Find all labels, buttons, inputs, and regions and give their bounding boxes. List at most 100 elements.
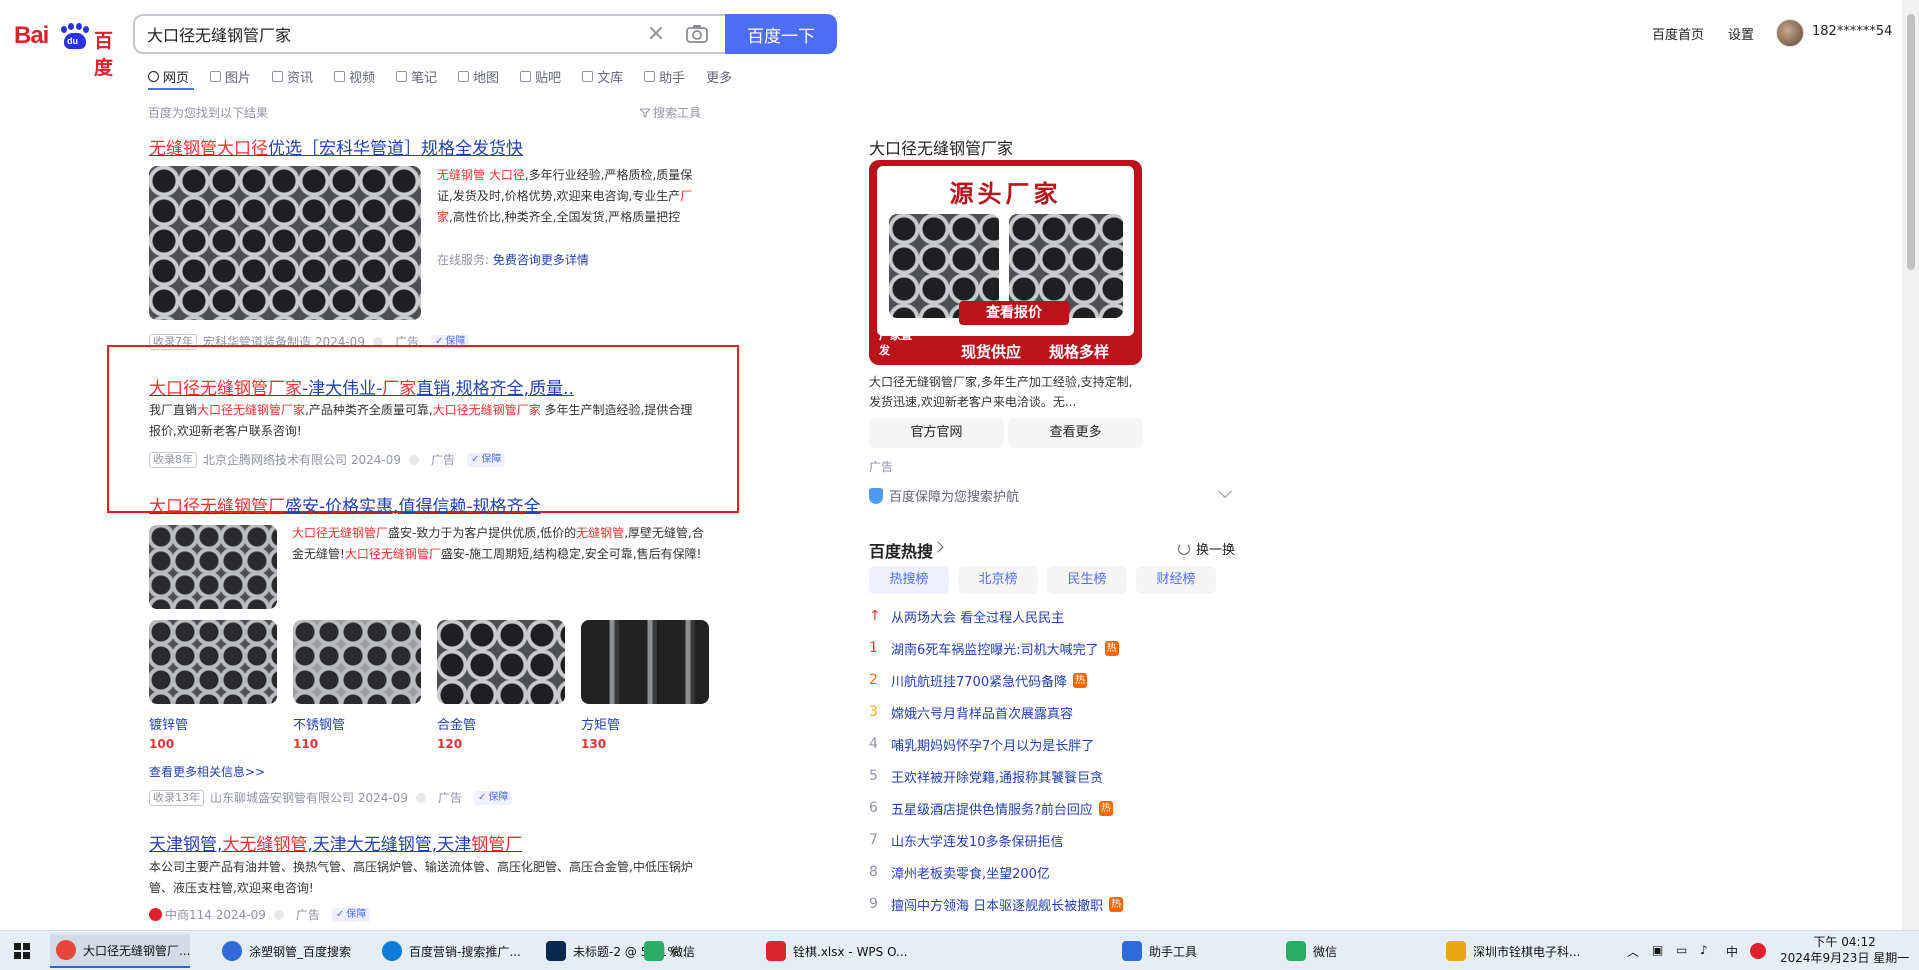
app-icon [382, 941, 402, 961]
more-info-link[interactable]: 查看更多相关信息>> [149, 763, 265, 780]
search-tools-label: 搜索工具 [653, 106, 702, 120]
ime-indicator[interactable]: 中 [1726, 943, 1738, 960]
thumb-square-image[interactable] [581, 620, 709, 704]
result-2-title[interactable]: 大口径无缝钢管厂家-津大伟业-厂家直销,规格齐全,质量.. [149, 374, 574, 399]
search-input[interactable] [147, 23, 617, 45]
protect-banner[interactable]: 百度保障为您搜索护航 [869, 486, 1019, 505]
tab-label: 图片 [225, 70, 252, 86]
tab-label: 贴吧 [535, 70, 562, 86]
windows-start-icon[interactable] [14, 943, 30, 959]
banner-feature: 现货供应 [961, 343, 1022, 361]
tab-map[interactable]: 地图 [458, 66, 499, 86]
sogou-icon[interactable] [1750, 943, 1766, 959]
hot-search-item[interactable]: 7 山东大学连发10多条保研拒信 [869, 829, 1064, 851]
close-icon[interactable]: × [643, 21, 669, 47]
taskbar-app[interactable]: 大口径无缝钢管厂... [50, 934, 191, 968]
assistant-icon [644, 70, 656, 82]
result-4-title[interactable]: 天津钢管,大无缝钢管,天津大无缝钢管,天津钢管厂 [149, 830, 522, 855]
search-button[interactable]: 百度一下 [725, 14, 837, 54]
thumb-galvanized-image[interactable] [149, 620, 277, 704]
tab-label: 视频 [349, 70, 376, 86]
thumb-stainless-image[interactable] [293, 620, 421, 704]
hot-text: 川航航班挂7700紧急代码备降 [891, 674, 1068, 690]
hot-search-item[interactable]: 4 哺乳期妈妈怀孕7个月以为是长胖了 [869, 733, 1094, 755]
logo-bai: Bai [14, 22, 49, 49]
taskbar-app[interactable]: 百度营销-搜索推广... [376, 934, 521, 968]
taskbar-app[interactable]: 微信 [1280, 934, 1337, 968]
taskbar-app[interactable]: 铨棋.xlsx - WPS O... [760, 934, 908, 968]
thumb-label[interactable]: 不锈钢管 [293, 714, 345, 733]
clock[interactable]: 下午 04:12 2024年9月23日 星期一 [1780, 934, 1909, 966]
tab-tieba[interactable]: 贴吧 [520, 66, 561, 86]
result-1-title[interactable]: 无缝钢管大口径优选［宏科华管道］规格全发货快 [149, 134, 523, 159]
hot-search-item[interactable]: 3 嫦娥六号月背样品首次展露真容 [869, 701, 1073, 723]
see-more-button[interactable]: 查看更多 [1008, 418, 1143, 448]
hot-search-item[interactable]: 8 漳州老板卖零食,坐望200亿 [869, 861, 1050, 883]
news-icon [272, 70, 284, 82]
result-1-image[interactable] [149, 166, 421, 320]
network-icon[interactable]: ▭ [1676, 943, 1687, 957]
hot-rank: ↑ [869, 608, 881, 624]
side-ad-title[interactable]: 大口径无缝钢管厂家 [869, 135, 1013, 159]
tab-wenku[interactable]: 文库 [582, 66, 623, 86]
result-3-image[interactable] [149, 525, 277, 609]
hot-tab-livelihood[interactable]: 民生榜 [1047, 566, 1127, 594]
tab-notes[interactable]: 笔记 [396, 66, 437, 86]
scrollbar[interactable] [1902, 0, 1919, 930]
thumb-label[interactable]: 镀锌管 [149, 714, 188, 733]
app-icon [644, 941, 664, 961]
hot-search-item[interactable]: 9 擅闯中方领海 日本驱逐舰舰长被撤职热 [869, 893, 1124, 915]
home-link[interactable]: 百度首页 [1652, 24, 1704, 43]
image-icon [210, 70, 222, 82]
taskbar-app[interactable]: 涂塑钢管_百度搜索 [216, 934, 351, 968]
hot-tab-hot[interactable]: 热搜榜 [869, 566, 949, 594]
taskbar-app[interactable]: 助手工具 [1116, 934, 1197, 968]
thumb-label[interactable]: 方矩管 [581, 714, 620, 733]
thumb-alloy-image[interactable] [437, 620, 565, 704]
hot-search-item[interactable]: 6 五星级酒店提供色情服务?前台回应热 [869, 797, 1113, 819]
tab-web[interactable]: 网页 [148, 66, 189, 86]
hot-search-item[interactable]: 1 湖南6死车祸监控曝光:司机大喊完了热 [869, 637, 1119, 659]
hot-search-item[interactable]: 5 王欢祥被开除党籍,通报称其饕餮巨贪 [869, 765, 1103, 787]
title-text: 优选［宏科华管道］规格全发货快 [268, 139, 523, 159]
paw-icon: du [60, 23, 90, 49]
tab-news[interactable]: 资讯 [272, 66, 313, 86]
chevron-up-icon[interactable]: ︿ [1627, 943, 1639, 960]
taskbar-app[interactable]: 微信 [638, 934, 695, 968]
tab-video[interactable]: 视频 [334, 66, 375, 86]
baidu-logo[interactable]: Bai du 百度 [14, 18, 118, 79]
refresh-button[interactable]: 换一换 [1178, 539, 1235, 558]
volume-icon[interactable]: ♪ [1700, 943, 1708, 957]
service-link[interactable]: 免费咨询更多详情 [493, 253, 589, 267]
search-tools-button[interactable]: 搜索工具 [638, 104, 702, 121]
security-icon[interactable]: ▣ [1652, 943, 1663, 957]
hot-tab-finance[interactable]: 财经榜 [1136, 566, 1216, 594]
side-ad-banner[interactable]: 源头厂家 查看报价 厂家直发 现货供应 规格多样 [869, 160, 1142, 365]
hot-search-title[interactable]: 百度热搜 [869, 538, 933, 562]
result-3-title[interactable]: 大口径无缝钢管厂盛安-价格实惠,值得信赖-规格齐全 [149, 492, 541, 517]
thumb-label[interactable]: 合金管 [437, 714, 476, 733]
search-tabs: 网页 图片 资讯 视频 笔记 地图 贴吧 文库 助手 更多 [148, 66, 753, 86]
chevron-down-icon[interactable] [1217, 483, 1233, 499]
guarantee-badge: 保障 [331, 907, 371, 922]
username[interactable]: 182******54 [1812, 24, 1892, 39]
title-highlight: 无缝钢管大口径 [149, 139, 268, 159]
hot-search-item[interactable]: ↑ 从两场大会 看全过程人民民主 [869, 605, 1064, 627]
browser-page: Bai du 百度 × 百度一下 百度首页 设置 182******54 网页 … [0, 0, 1919, 970]
hot-rank: 6 [869, 800, 878, 816]
scroll-thumb[interactable] [1907, 14, 1915, 270]
official-site-button[interactable]: 官方官网 [869, 418, 1004, 448]
tab-images[interactable]: 图片 [210, 66, 251, 86]
hot-text: 擅闯中方领海 日本驱逐舰舰长被撤职 [891, 898, 1104, 914]
hot-search-item[interactable]: 2 川航航班挂7700紧急代码备降热 [869, 669, 1088, 691]
camera-icon[interactable] [685, 22, 709, 46]
taskbar-app[interactable]: 深圳市铨棋电子科... [1440, 934, 1580, 968]
avatar[interactable] [1776, 19, 1804, 47]
tab-more[interactable]: 更多 [706, 66, 732, 86]
active-tab-indicator [148, 88, 194, 90]
result-count: 百度为您找到以下结果 [148, 106, 269, 120]
chevron-right-icon[interactable] [932, 541, 944, 553]
tab-assistant[interactable]: 助手 [644, 66, 685, 86]
settings-link[interactable]: 设置 [1728, 24, 1754, 43]
hot-tab-beijing[interactable]: 北京榜 [958, 566, 1038, 594]
